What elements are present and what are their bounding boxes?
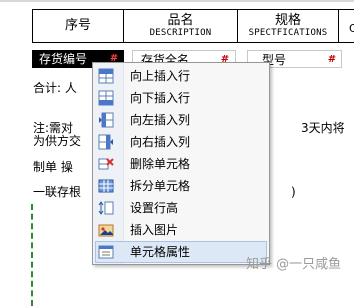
header-description-label: 品名	[167, 13, 194, 28]
copy-label[interactable]: 一联存根	[33, 184, 81, 200]
page-boundary-guide	[31, 204, 33, 306]
watermark-text: 知乎 @一只咸鱼	[246, 257, 342, 272]
insert-row-above-icon	[98, 68, 114, 84]
header-quantity-partial: Q	[349, 22, 354, 35]
menu-item-delete-cell[interactable]: 删除单元格	[95, 153, 267, 175]
field-stock-code-label: 存货编号	[39, 52, 88, 66]
menu-item-label: 删除单元格	[130, 157, 191, 171]
menu-item-row-height[interactable]: 设置行高	[95, 197, 267, 219]
menu-item-label: 向下插入行	[130, 91, 191, 105]
menu-item-label: 向上插入行	[130, 69, 191, 83]
insert-image-icon	[98, 224, 114, 237]
menu-item-insert-image[interactable]: 插入图片	[95, 219, 267, 241]
menu-item-insert-column-right[interactable]: 向右插入列	[95, 131, 267, 153]
menu-item-label: 设置行高	[130, 201, 179, 215]
menu-item-split-cell[interactable]: 拆分单元格	[95, 175, 267, 197]
menu-item-label: 单元格属性	[130, 245, 191, 259]
menu-item-label: 拆分单元格	[130, 179, 191, 193]
top-border	[0, 0, 354, 2]
header-description-en: DESCRIPTION	[149, 28, 212, 38]
copy-label-tail[interactable]: )	[291, 184, 296, 200]
menu-item-insert-row-above[interactable]: 向上插入行	[95, 65, 267, 87]
total-label[interactable]: 合计: 人	[33, 80, 77, 96]
menu-item-label: 向左插入列	[130, 113, 191, 127]
header-specifications-label: 规格	[274, 13, 301, 28]
signature-line[interactable]: 制单 操	[33, 159, 73, 175]
insert-row-below-icon	[98, 90, 114, 106]
insert-column-left-icon	[99, 112, 114, 128]
header-cell-index[interactable]: 序号	[32, 9, 124, 43]
report-designer-canvas: 序号 品名 DESCRIPTION 规格 SPECTFICATIONS Q 存货…	[0, 0, 354, 308]
menu-item-label: 插入图片	[130, 223, 179, 237]
note-line-1-tail[interactable]: 3天内将	[301, 120, 345, 136]
split-cell-icon	[98, 179, 114, 193]
header-cell-description[interactable]: 品名 DESCRIPTION	[123, 9, 238, 43]
header-specifications-en: SPECTFICATIONS	[248, 28, 328, 38]
menu-item-insert-column-left[interactable]: 向左插入列	[95, 109, 267, 131]
cell-properties-icon	[98, 245, 114, 259]
header-cell-quantity[interactable]: Q	[338, 9, 354, 43]
cell-context-menu: 向上插入行 向下插入行 向左插入列 向右插入列 删除单元格 拆分单元格 设置行高…	[92, 62, 270, 265]
menu-item-insert-row-below[interactable]: 向下插入行	[95, 87, 267, 109]
menu-item-label: 向右插入列	[130, 135, 191, 149]
field-marker-icon: #	[327, 54, 337, 65]
insert-column-right-icon	[98, 134, 113, 150]
row-height-icon	[98, 201, 114, 215]
header-cell-specifications[interactable]: 规格 SPECTFICATIONS	[237, 9, 339, 43]
delete-cell-icon	[98, 158, 114, 170]
menu-item-cell-properties[interactable]: 单元格属性	[95, 241, 267, 263]
note-line-2[interactable]: 为供方交	[33, 133, 81, 149]
header-index-label: 序号	[64, 18, 91, 33]
